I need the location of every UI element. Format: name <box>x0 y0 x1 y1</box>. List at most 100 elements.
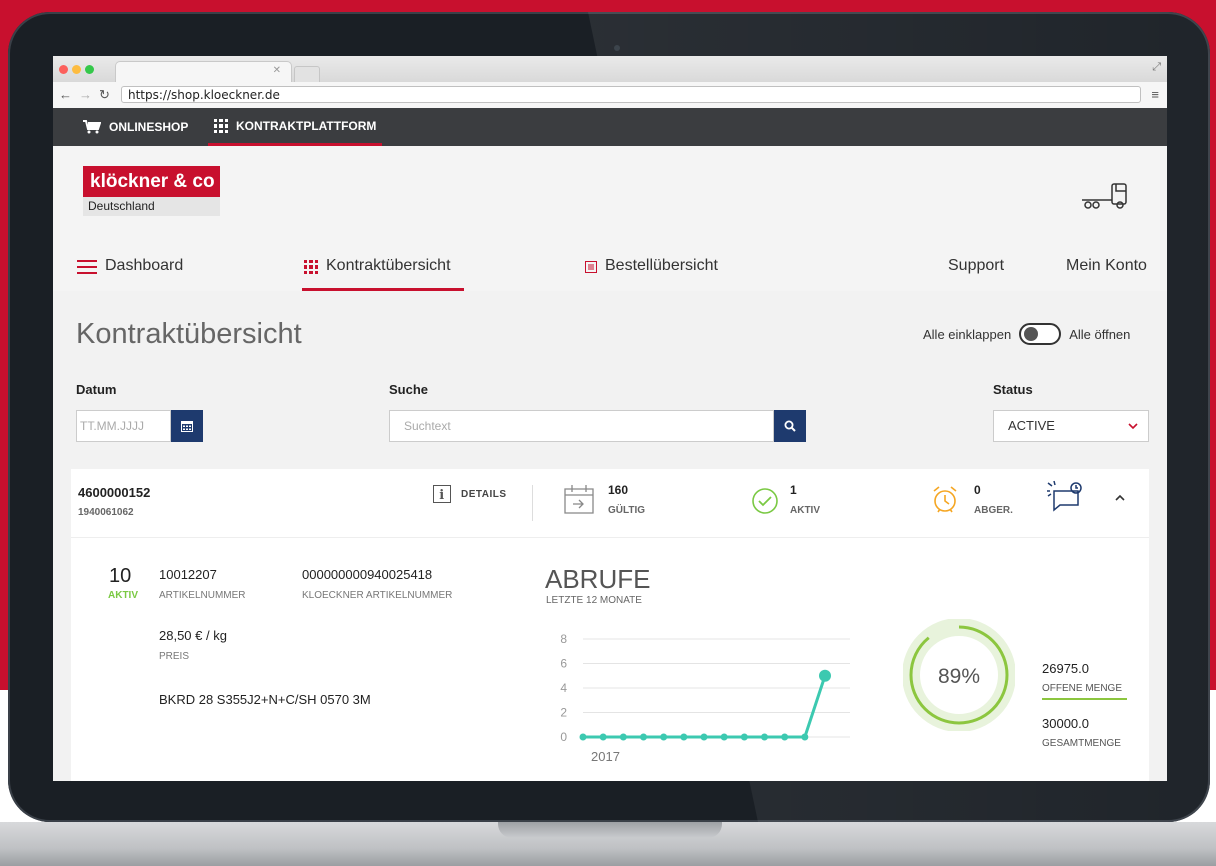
expand-all-toggle[interactable] <box>1019 323 1062 345</box>
nav-support[interactable]: Support <box>948 246 1004 291</box>
fullscreen-icon[interactable]: ⤢ <box>1152 61 1161 74</box>
open-quantity-label: OFFENE MENGE <box>1042 683 1123 694</box>
kloeckner-article-number-label: KLOECKNER ARTIKELNUMMER <box>302 590 453 601</box>
browser-tab[interactable]: ✕ <box>115 61 292 83</box>
y-tick-label: 2 <box>560 706 567 720</box>
data-point[interactable] <box>619 733 627 741</box>
nav-kontraktuebersicht[interactable]: Kontraktübersicht <box>302 246 464 291</box>
price-value: 28,50 € / kg <box>159 628 227 643</box>
details-label: DETAILS <box>461 488 507 500</box>
status-select[interactable]: ACTIVE <box>993 410 1149 442</box>
contract-sub-number: 1940061062 <box>78 507 134 518</box>
data-point[interactable] <box>599 733 607 741</box>
data-point[interactable] <box>761 733 768 741</box>
notification-bell-icon[interactable] <box>1046 479 1086 513</box>
article-number: 10012207 <box>159 567 217 582</box>
open-quantity: 26975.0 <box>1042 661 1089 676</box>
back-arrow-icon[interactable]: ← <box>59 87 72 102</box>
chevron-down-icon <box>1128 423 1138 430</box>
chevron-up-icon[interactable] <box>1113 491 1127 505</box>
calendar-button[interactable] <box>171 410 203 442</box>
kontraktplattform-link[interactable]: KONTRAKTPLATTFORM <box>208 108 383 146</box>
active-count: 1 <box>790 483 797 497</box>
contract-card-header[interactable]: 4600000152 1940061062 i DETAILS 160 GÜLT… <box>71 469 1149 538</box>
expired-count: 0 <box>974 483 981 497</box>
series-line <box>583 675 827 739</box>
window-controls <box>59 65 94 74</box>
expand-all-label: Alle öffnen <box>1069 326 1131 342</box>
divider <box>532 485 533 521</box>
abrufe-title: ABRUFE <box>545 564 651 594</box>
gauge-percent: 89% <box>938 665 980 688</box>
search-button[interactable] <box>774 410 806 442</box>
url-field[interactable]: https://shop.kloeckner.de <box>121 86 1141 103</box>
x-axis-label: 2017 <box>591 749 620 764</box>
grid-icon <box>214 118 228 133</box>
nav-bestelluebersicht[interactable]: Bestellübersicht <box>585 246 718 291</box>
nav-konto-label: Mein Konto <box>1066 257 1147 274</box>
data-point[interactable] <box>680 733 688 741</box>
data-point[interactable] <box>819 669 831 682</box>
onlineshop-label: ONLINESHOP <box>109 120 189 134</box>
alarm-clock-icon <box>933 486 957 513</box>
cart-icon <box>83 120 101 134</box>
data-point[interactable] <box>801 733 809 741</box>
kloeckner-article-number: 000000000940025418 <box>302 567 433 582</box>
nav-dashboard[interactable]: Dashboard <box>77 246 183 291</box>
open-quantity-underline <box>1042 698 1127 700</box>
search-filter-label: Suche <box>389 382 429 397</box>
maximize-window-button[interactable] <box>85 65 94 74</box>
status-value: ACTIVE <box>1008 418 1055 433</box>
data-point[interactable] <box>781 733 789 741</box>
browser-window: ✕ ⤢ ← → ↻ https://shop.kloeckner.de ≡ ON… <box>53 56 1167 781</box>
logo-brand: klöckner & co <box>83 166 220 197</box>
kontraktplattform-label: KONTRAKTPLATTFORM <box>236 118 377 133</box>
page-title: Kontraktübersicht <box>76 318 302 350</box>
reload-icon[interactable]: ↻ <box>99 87 110 103</box>
y-tick-label: 8 <box>560 632 567 646</box>
data-point[interactable] <box>700 733 708 741</box>
date-input[interactable]: TT.MM.JJJJ <box>76 410 171 442</box>
kloeckner-logo[interactable]: klöckner & co Deutschland <box>83 166 220 216</box>
nav-kontrakt-label: Kontraktübersicht <box>326 257 451 274</box>
abrufe-subtitle: LETZTE 12 MONATE <box>546 595 642 606</box>
browser-menu-icon[interactable]: ≡ <box>1151 87 1159 102</box>
y-tick-label: 0 <box>560 730 567 744</box>
y-tick-label: 6 <box>560 657 567 671</box>
data-point[interactable] <box>640 733 647 741</box>
status-filter-label: Status <box>993 382 1033 397</box>
list-icon <box>585 261 597 273</box>
data-point[interactable] <box>660 733 668 741</box>
data-point[interactable] <box>579 733 587 741</box>
valid-label: GÜLTIG <box>608 505 646 516</box>
info-icon: i <box>433 485 451 503</box>
minimize-window-button[interactable] <box>72 65 81 74</box>
toggle-knob <box>1024 327 1039 341</box>
price-label: PREIS <box>159 651 190 662</box>
data-point[interactable] <box>720 733 728 741</box>
abrufe-line-chart: 0 2 4 6 8 2017 <box>560 632 850 764</box>
logo-country: Deutschland <box>88 199 155 213</box>
webcam <box>614 45 620 51</box>
svg-text:i: i <box>439 488 444 503</box>
search-icon <box>784 420 796 432</box>
nav-mein-konto[interactable]: Mein Konto <box>1066 246 1147 291</box>
article-number-label: ARTIKELNUMMER <box>159 590 246 601</box>
forward-arrow-icon[interactable]: → <box>79 87 92 102</box>
close-window-button[interactable] <box>59 65 68 74</box>
details-button[interactable]: i DETAILS <box>433 485 507 503</box>
nav-dashboard-label: Dashboard <box>105 257 184 274</box>
valid-count: 160 <box>608 483 629 497</box>
expired-label: ABGER. <box>974 505 1013 516</box>
nav-support-label: Support <box>948 257 1005 274</box>
laptop-notch <box>498 822 722 838</box>
search-input[interactable]: Suchtext <box>389 410 774 442</box>
main-navigation: Dashboard Kontraktübersicht Bestellübers… <box>53 246 1167 291</box>
onlineshop-link[interactable]: ONLINESHOP <box>83 108 188 146</box>
position-index: 10 <box>109 565 132 587</box>
data-point[interactable] <box>740 733 748 741</box>
total-quantity: 30000.0 <box>1042 716 1089 731</box>
check-circle-icon <box>752 488 778 514</box>
truck-icon[interactable] <box>1080 178 1132 212</box>
tab-close-icon[interactable]: ✕ <box>273 65 281 76</box>
